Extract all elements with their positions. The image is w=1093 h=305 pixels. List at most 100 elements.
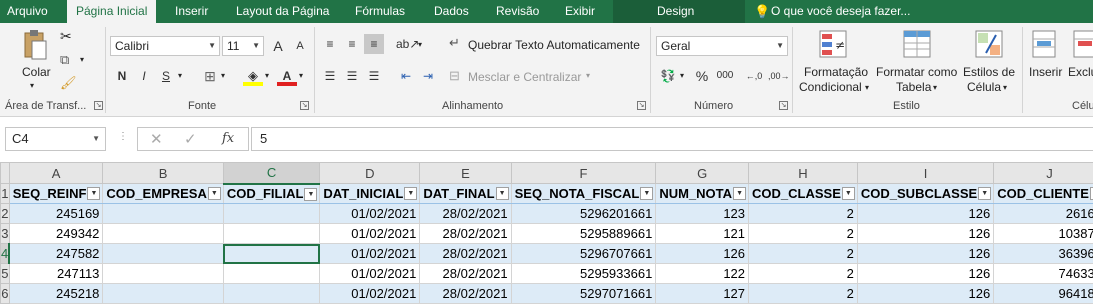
cell-g5[interactable]: 122 — [655, 263, 750, 284]
cell-b5[interactable] — [102, 263, 224, 284]
cell-j4[interactable]: 363965 — [993, 243, 1093, 264]
cell-j2[interactable]: 26164 — [993, 203, 1093, 224]
formula-bar-dots-icon[interactable]: ⋮ — [118, 131, 128, 142]
align-bottom-icon[interactable]: ≡ — [364, 34, 384, 54]
cell-b2[interactable] — [102, 203, 224, 224]
filter-dropdown-icon[interactable]: ▼ — [495, 187, 509, 200]
tab-design[interactable]: Design — [657, 0, 694, 23]
orientation-icon[interactable]: ab↗ — [396, 34, 419, 54]
fill-caret-icon[interactable]: ▾ — [265, 71, 269, 80]
cell-e5[interactable]: 28/02/2021 — [419, 263, 512, 284]
column-header-d[interactable]: D — [319, 162, 421, 184]
cell-d2[interactable]: 01/02/2021 — [319, 203, 421, 224]
cell-a6[interactable]: 245218 — [8, 283, 104, 304]
shrink-font-icon[interactable]: A — [290, 36, 310, 56]
cell-g4[interactable]: 126 — [655, 243, 750, 264]
font-color-caret-icon[interactable]: ▾ — [299, 71, 303, 80]
table-header-cell[interactable]: DAT_FINAL ▼ — [419, 183, 512, 204]
cell-c4[interactable] — [222, 243, 321, 264]
cell-c3[interactable] — [222, 223, 321, 244]
table-caret-icon[interactable]: ▾ — [933, 83, 937, 92]
cell-a2[interactable]: 245169 — [8, 203, 104, 224]
cell-h4[interactable]: 2 — [748, 243, 858, 264]
cell-d4[interactable]: 01/02/2021 — [319, 243, 421, 264]
format-as-table-icon[interactable] — [902, 29, 934, 61]
format-as-table-label-2[interactable]: Tabela — [896, 80, 931, 94]
filter-dropdown-icon[interactable]: ▼ — [640, 187, 654, 200]
cell-c6[interactable] — [222, 283, 321, 304]
delete-cells-label[interactable]: Exclu — [1068, 65, 1093, 79]
cell-g3[interactable]: 121 — [655, 223, 750, 244]
cell-h3[interactable]: 2 — [748, 223, 858, 244]
cell-g6[interactable]: 127 — [655, 283, 750, 304]
cell-h2[interactable]: 2 — [748, 203, 858, 224]
cell-a5[interactable]: 247113 — [8, 263, 104, 284]
row-header[interactable]: 5 — [0, 263, 10, 284]
format-painter-icon[interactable]: 🖌 — [60, 75, 77, 91]
borders-icon[interactable]: ⊞ — [200, 66, 220, 86]
conditional-formatting-icon[interactable]: ≠ — [818, 29, 850, 61]
wrap-text-icon[interactable]: ↵ — [449, 35, 460, 51]
column-header-c[interactable]: C — [222, 162, 321, 185]
row-header[interactable]: 2 — [0, 203, 10, 224]
paste-label[interactable]: Colar — [22, 65, 51, 79]
cell-f3[interactable]: 5295889661 — [510, 223, 657, 244]
underline-caret-icon[interactable]: ▾ — [178, 71, 182, 80]
cell-d5[interactable]: 01/02/2021 — [319, 263, 421, 284]
cell-a4[interactable]: 247582 — [8, 243, 104, 264]
cell-b3[interactable] — [102, 223, 224, 244]
row-header[interactable]: 1 — [0, 183, 10, 204]
row-header[interactable]: 6 — [0, 283, 10, 304]
align-center-icon[interactable]: ☰ — [342, 66, 362, 86]
cut-icon[interactable]: ✂ — [60, 28, 72, 45]
insert-cells-icon[interactable] — [1031, 29, 1059, 61]
copy-icon[interactable]: ⧉ — [60, 52, 69, 68]
filter-dropdown-icon[interactable]: ▼ — [207, 187, 221, 200]
borders-caret-icon[interactable]: ▾ — [221, 71, 225, 80]
increase-decimal-icon[interactable]: ←,0 — [744, 66, 764, 86]
enter-icon[interactable]: ✓ — [184, 130, 197, 148]
cell-h6[interactable]: 2 — [748, 283, 858, 304]
cell-b4[interactable] — [102, 243, 224, 264]
tab-exibir[interactable]: Exibir — [565, 0, 595, 23]
align-right-icon[interactable]: ☰ — [364, 66, 384, 86]
filter-dropdown-icon[interactable]: ▼ — [404, 187, 418, 200]
bold-button[interactable]: N — [112, 66, 132, 86]
column-header-h[interactable]: H — [748, 162, 858, 184]
align-left-icon[interactable]: ☰ — [320, 66, 340, 86]
row-header[interactable]: 3 — [0, 223, 10, 244]
filter-dropdown-icon[interactable]: ▼ — [841, 187, 855, 200]
cell-f2[interactable]: 5296201661 — [510, 203, 657, 224]
name-box[interactable]: C4 ▼ — [5, 127, 106, 151]
paste-icon[interactable] — [22, 29, 48, 61]
merge-center-button[interactable]: Mesclar e Centralizar — [468, 70, 581, 84]
cell-a3[interactable]: 249342 — [8, 223, 104, 244]
cell-b6[interactable] — [102, 283, 224, 304]
accounting-caret-icon[interactable]: ▾ — [680, 71, 684, 80]
table-header-cell[interactable]: COD_FILIAL ▼ — [222, 183, 321, 204]
italic-button[interactable]: I — [134, 66, 154, 86]
formula-input[interactable]: 5 — [251, 127, 1093, 151]
table-header-cell[interactable]: COD_CLASSE ▼ — [748, 183, 858, 204]
tab-inserir[interactable]: Inserir — [175, 0, 208, 23]
column-header-a[interactable]: A — [8, 162, 104, 184]
column-header-b[interactable]: B — [102, 162, 224, 184]
thousands-button[interactable]: 000 — [712, 66, 738, 86]
table-header-cell[interactable]: DAT_INICIAL ▼ — [319, 183, 421, 204]
table-header-cell[interactable]: COD_SUBCLASSE ▼ — [856, 183, 995, 204]
merge-caret-icon[interactable]: ▾ — [586, 71, 590, 80]
select-all-corner[interactable] — [0, 162, 10, 184]
cell-i5[interactable]: 126 — [856, 263, 995, 284]
cell-i2[interactable]: 126 — [856, 203, 995, 224]
insert-function-icon[interactable]: fx — [222, 131, 234, 146]
cell-j5[interactable]: 746332 — [993, 263, 1093, 284]
column-header-f[interactable]: F — [510, 162, 657, 184]
merge-center-icon[interactable]: ⊟ — [449, 68, 460, 84]
tell-me-search[interactable]: O que você deseja fazer... — [771, 0, 910, 23]
conditional-formatting-label[interactable]: Formatação — [804, 65, 868, 79]
cell-f4[interactable]: 5296707661 — [510, 243, 657, 264]
cell-i4[interactable]: 126 — [856, 243, 995, 264]
font-size-select[interactable]: 11 ▼ — [222, 36, 264, 56]
cell-j6[interactable]: 964184 — [993, 283, 1093, 304]
filter-dropdown-icon[interactable]: ▼ — [733, 187, 747, 200]
